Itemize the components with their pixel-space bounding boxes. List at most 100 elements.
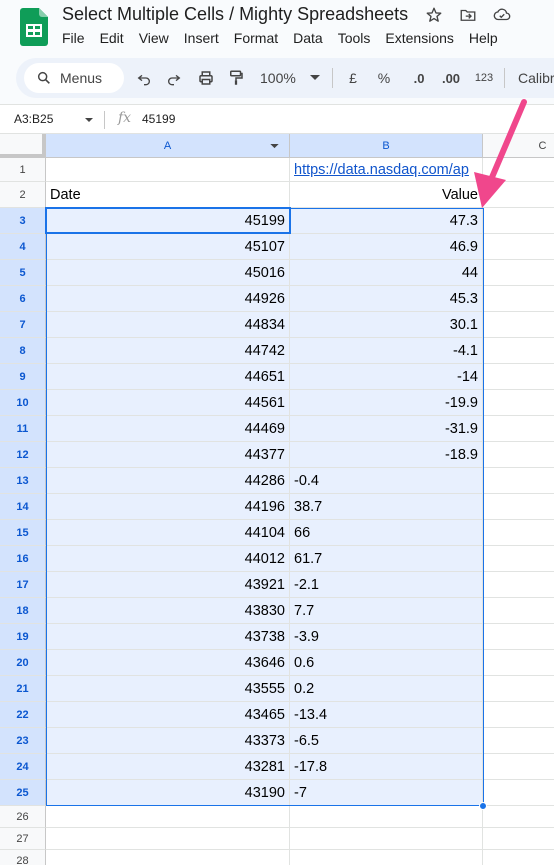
formula-input[interactable]: 45199 [142, 112, 175, 126]
cell-c[interactable] [483, 208, 554, 234]
cell-b[interactable]: -17.8 [290, 754, 483, 780]
cell-b[interactable]: 46.9 [290, 234, 483, 260]
cell-b[interactable]: -0.4 [290, 468, 483, 494]
cell-a[interactable]: 43465 [46, 702, 290, 728]
row-header[interactable]: 16 [0, 546, 46, 572]
menu-edit[interactable]: Edit [100, 30, 124, 46]
row-header[interactable]: 3 [0, 208, 46, 234]
cell-a[interactable]: 43190 [46, 780, 290, 806]
cell-c[interactable] [483, 416, 554, 442]
cell-b[interactable]: -3.9 [290, 624, 483, 650]
cell-c[interactable] [483, 676, 554, 702]
cell-b[interactable]: -2.1 [290, 572, 483, 598]
row-header[interactable]: 21 [0, 676, 46, 702]
row-header[interactable]: 12 [0, 442, 46, 468]
row-header[interactable]: 4 [0, 234, 46, 260]
cell-a[interactable]: 44377 [46, 442, 290, 468]
chevron-down-icon[interactable] [84, 113, 94, 127]
undo-icon[interactable] [134, 66, 154, 90]
cell-c[interactable] [483, 520, 554, 546]
cell-b[interactable]: 30.1 [290, 312, 483, 338]
row-header[interactable]: 1 [0, 158, 46, 182]
cell-c[interactable] [483, 728, 554, 754]
row-header[interactable]: 11 [0, 416, 46, 442]
cloud-saved-icon[interactable] [492, 5, 512, 25]
cell-a[interactable]: 43373 [46, 728, 290, 754]
redo-icon[interactable] [164, 66, 184, 90]
menu-format[interactable]: Format [234, 30, 278, 46]
column-header-c[interactable]: C [483, 134, 554, 158]
cell-a[interactable]: 44561 [46, 390, 290, 416]
cell-c[interactable] [483, 828, 554, 850]
row-header[interactable]: 5 [0, 260, 46, 286]
document-title[interactable]: Select Multiple Cells / Mighty Spreadshe… [62, 4, 408, 25]
column-menu-chevron-icon[interactable] [270, 144, 279, 149]
increase-decimal-button[interactable]: .00 [438, 66, 464, 90]
row-header[interactable]: 14 [0, 494, 46, 520]
cell-c[interactable] [483, 572, 554, 598]
cell-c[interactable] [483, 468, 554, 494]
cell-c[interactable] [483, 390, 554, 416]
row-header[interactable]: 6 [0, 286, 46, 312]
cell-b[interactable]: 38.7 [290, 494, 483, 520]
cell-b[interactable]: Value [290, 182, 483, 208]
cell-b[interactable]: -13.4 [290, 702, 483, 728]
menu-help[interactable]: Help [469, 30, 498, 46]
cell-c[interactable] [483, 850, 554, 865]
currency-button[interactable]: £ [346, 66, 360, 90]
sheets-logo-icon[interactable] [20, 8, 48, 46]
cell-c[interactable] [483, 286, 554, 312]
row-header[interactable]: 20 [0, 650, 46, 676]
cell-b[interactable] [290, 828, 483, 850]
cell-b-link[interactable]: https://data.nasdaq.com/ap [290, 158, 483, 182]
cell-a[interactable]: 43830 [46, 598, 290, 624]
cell-c[interactable] [483, 624, 554, 650]
cell-a[interactable]: 45107 [46, 234, 290, 260]
cell-c[interactable] [483, 312, 554, 338]
star-icon[interactable] [424, 5, 444, 25]
cell-b[interactable]: 61.7 [290, 546, 483, 572]
cell-a[interactable] [46, 850, 290, 865]
cell-a[interactable]: 44469 [46, 416, 290, 442]
row-header[interactable]: 13 [0, 468, 46, 494]
cell-a[interactable]: 43738 [46, 624, 290, 650]
font-select[interactable]: Calibri [518, 66, 554, 90]
row-header[interactable]: 22 [0, 702, 46, 728]
zoom-select[interactable]: 100% [260, 66, 324, 90]
cell-c[interactable] [483, 546, 554, 572]
column-header-a[interactable]: A [46, 134, 290, 158]
row-header[interactable]: 23 [0, 728, 46, 754]
row-header[interactable]: 28 [0, 850, 46, 865]
menu-view[interactable]: View [139, 30, 169, 46]
cell-c[interactable] [483, 364, 554, 390]
cell-c[interactable] [483, 158, 554, 182]
cell-c[interactable] [483, 754, 554, 780]
paint-format-icon[interactable] [226, 66, 246, 90]
move-to-folder-icon[interactable] [458, 5, 478, 25]
cell-c[interactable] [483, 260, 554, 286]
cell-a[interactable]: 44286 [46, 468, 290, 494]
menu-tools[interactable]: Tools [338, 30, 371, 46]
cell-a[interactable]: 45016 [46, 260, 290, 286]
cell-b[interactable] [290, 850, 483, 865]
row-header[interactable]: 15 [0, 520, 46, 546]
cell-b[interactable]: -14 [290, 364, 483, 390]
fill-handle[interactable] [479, 802, 487, 810]
cell-a[interactable]: Date [46, 182, 290, 208]
cell-b[interactable]: -31.9 [290, 416, 483, 442]
row-header[interactable]: 24 [0, 754, 46, 780]
percent-button[interactable]: % [376, 66, 392, 90]
cell-c[interactable] [483, 598, 554, 624]
row-header[interactable]: 19 [0, 624, 46, 650]
number-format-button[interactable]: 123 [472, 66, 496, 90]
cell-b[interactable]: 47.3 [290, 208, 483, 234]
cell-c[interactable] [483, 650, 554, 676]
cell-b[interactable]: -7 [290, 780, 483, 806]
row-header[interactable]: 25 [0, 780, 46, 806]
row-header[interactable]: 18 [0, 598, 46, 624]
cell-b[interactable]: 44 [290, 260, 483, 286]
row-header[interactable]: 27 [0, 828, 46, 850]
menu-data[interactable]: Data [293, 30, 323, 46]
cell-c[interactable] [483, 780, 554, 806]
row-header[interactable]: 8 [0, 338, 46, 364]
